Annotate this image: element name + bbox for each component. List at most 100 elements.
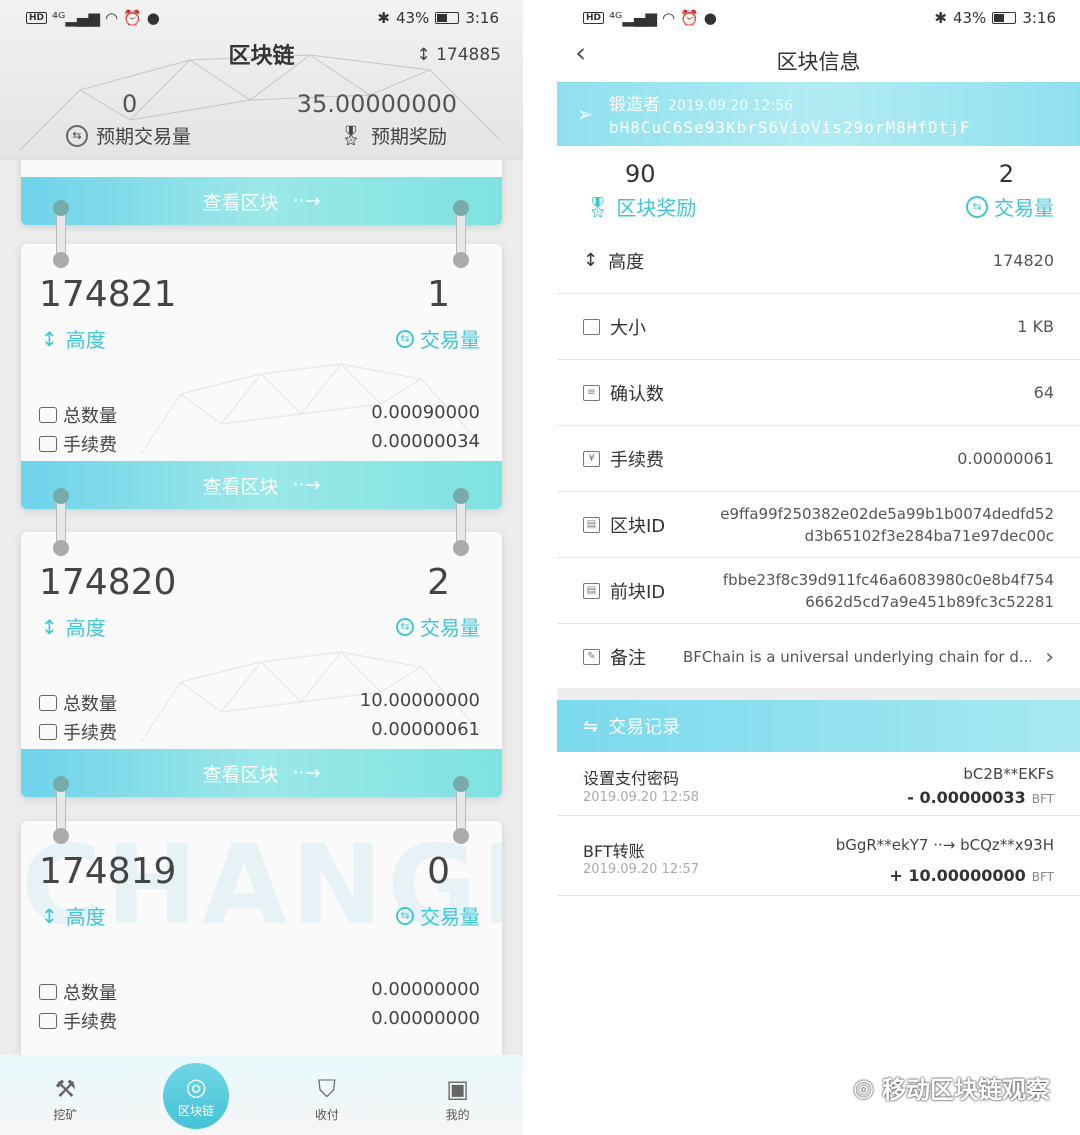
battery-icon	[992, 12, 1017, 24]
nav-payment[interactable]: ⛉ 收付	[262, 1055, 393, 1135]
view-block-label: 查看区块	[202, 475, 279, 498]
view-block-button[interactable]: 查看区块 ··→	[21, 461, 502, 509]
chain-knob	[53, 488, 69, 504]
exchange-icon: ⇆	[66, 124, 88, 147]
height-label-text: 高度	[65, 905, 106, 929]
info-value: e9ffa99f250382e02de5a99b1b0074dedfd52 d3…	[720, 504, 1054, 545]
chain-knob	[53, 540, 69, 556]
fee-value: 0.00000000	[371, 1008, 480, 1029]
chain-knob	[53, 252, 69, 268]
tx-type: BFT转账	[583, 842, 645, 861]
info-row-prev-block-id: ▤ 前块ID fbbe23f8c39d911fc46a6083980c0e8b4f7…	[557, 558, 1080, 624]
height-icon: ↕	[41, 903, 58, 928]
total-row: 总数量 10.00000000	[39, 690, 480, 716]
view-block-button[interactable]: 查看区块 ··→	[21, 749, 502, 797]
tx-address: bGgR**ekY7 ··→ bCQz**x93H	[835, 836, 1054, 854]
info-value: 1 KB	[1017, 316, 1054, 336]
height-icon: ↕	[583, 250, 599, 271]
info-value: 174820	[992, 250, 1054, 270]
block-tx-count: 2	[427, 562, 450, 603]
height-label: ↕ 高度	[41, 901, 106, 930]
fee-value: 0.00000061	[371, 719, 480, 740]
tx-amount-value: + 10.00000000	[889, 866, 1026, 885]
section-gap	[557, 688, 1080, 700]
info-label: 高度	[608, 251, 645, 273]
block-height: 174819	[39, 851, 177, 892]
block-list[interactable]: 查看区块 ··→ 174821 1 ↕ 高度 ⇆ 交易量 总数量 0.00090000 …	[0, 160, 523, 1055]
battery-percent: 43%	[395, 9, 430, 27]
chain-knob	[453, 252, 469, 268]
tx-label: ⇆ 交易量	[966, 192, 1054, 221]
hd-icon: HD	[583, 12, 605, 24]
total-label: 总数量	[63, 983, 117, 1004]
forger-address: bH8CuC6Se93KbrS6VioVis29orM8HfDtjF	[609, 118, 971, 137]
tx-label: ⇆ 交易量	[396, 324, 480, 353]
info-row-fee: ¥ 手续费 0.00000061	[557, 426, 1080, 492]
expected-reward-label: 🎖 预期奖励	[339, 122, 447, 149]
clock: 3:16	[1022, 9, 1056, 27]
height-label: ↕ 高度	[41, 324, 106, 353]
view-block-label: 查看区块	[202, 763, 279, 786]
tx-label-text: 交易量	[420, 616, 480, 640]
blockchain-header: HD ⁴ᴳ▂▄▆ ◠ ⏰ ● ✱ 43% 3:16 区块链 ↕ 174885 0 ⇆ 预期交易…	[0, 0, 523, 160]
block-card[interactable]: 174821 1 ↕ 高度 ⇆ 交易量 总数量 0.00090000 手续费 0.000…	[21, 244, 502, 509]
globe-icon: ◎	[185, 1072, 207, 1101]
block-card[interactable]: CHANGE 174819 0 ↕高度 ⇆交易量 总数量0.00000000 手…	[21, 821, 502, 1055]
chevron-right-icon: ›	[1045, 644, 1054, 670]
tx-address: bC2B**EKFs	[963, 765, 1054, 783]
size-icon	[583, 318, 600, 335]
total-row: 总数量 0.00090000	[39, 402, 480, 428]
view-block-label: 查看区块	[202, 191, 279, 214]
tx-row[interactable]: BFT转账 2019.09.20 12:57 bGgR**ekY7 ··→ bC…	[557, 816, 1080, 896]
record-icon: ⇋	[583, 715, 599, 737]
view-block-button[interactable]: 查看区块 ··→	[21, 177, 502, 225]
height-icon: ↕	[41, 614, 58, 639]
nav-mining[interactable]: ⚒ 挖矿	[0, 1055, 131, 1135]
block-height: 174821	[39, 274, 177, 315]
notification-icon: ●	[146, 9, 160, 27]
title-bar: ‹ 区块信息	[557, 36, 1080, 82]
forger-time: 2019.09.20 12:56	[668, 98, 793, 114]
nav-label: 我的	[445, 1108, 470, 1122]
nav-mine[interactable]: ▣ 我的	[392, 1055, 523, 1135]
medal-icon: 🎖	[338, 125, 363, 147]
coins-icon	[39, 695, 57, 711]
nav-label: 挖矿	[53, 1108, 78, 1122]
info-row-size: 大小 1 KB	[557, 294, 1080, 360]
total-value: 0.00090000	[371, 402, 480, 423]
block-tx-count: 0	[427, 851, 450, 892]
nav-blockchain[interactable]: ◎ 区块链	[131, 1055, 262, 1135]
fee-icon	[39, 724, 57, 740]
block-tx-count: 1	[427, 274, 450, 315]
left-screen: 查看区块 ··→ 174821 1 ↕ 高度 ⇆ 交易量 总数量 0.00090000 …	[0, 0, 523, 1135]
fee-label: 手续费	[63, 1012, 117, 1033]
info-row-remark[interactable]: ✎ 备注 BFChain is a universal underlying cha…	[557, 624, 1080, 690]
pickaxe-icon: ⚒	[54, 1075, 77, 1103]
tx-unit: BFT	[1031, 870, 1054, 884]
block-height: 174820	[39, 562, 177, 603]
block-card[interactable]: 174820 2 ↕ 高度 ⇆ 交易量 总数量 10.00000000 手续费 0.00…	[21, 532, 502, 797]
tx-row[interactable]: 设置支付密码 2019.09.20 12:58 bC2B**EKFs - 0.0…	[557, 752, 1080, 816]
info-label: 大小	[610, 317, 646, 339]
arrow-right-icon: ··→	[292, 762, 321, 784]
height-label: ↕ 高度	[41, 612, 106, 641]
height-label-text: 高度	[65, 616, 106, 640]
fee-value: 0.00000034	[371, 431, 480, 452]
forger-label: 锻造者	[609, 95, 660, 115]
wechat-watermark-text: 移动区块链观察	[882, 1076, 1050, 1104]
tx-label: ⇆ 交易量	[396, 612, 480, 641]
document-icon: ≡	[583, 384, 600, 401]
fee-label: 手续费	[63, 435, 117, 456]
battery-percent: 43%	[952, 9, 987, 27]
block-card-partial: 查看区块 ··→	[21, 160, 502, 225]
expected-tx-value: 0	[122, 90, 138, 118]
tx-label-text: 交易量	[420, 905, 480, 929]
tx-value: 2	[998, 160, 1014, 188]
height-icon: ↕	[41, 326, 58, 351]
bluetooth-icon: ✱	[934, 9, 947, 27]
info-label: 前块ID	[610, 581, 666, 603]
reward-label-text: 区块奖励	[616, 196, 697, 220]
info-label: 确认数	[610, 383, 664, 405]
page-title: 区块信息	[776, 50, 861, 74]
fee-row: 手续费 0.00000034	[39, 431, 480, 457]
